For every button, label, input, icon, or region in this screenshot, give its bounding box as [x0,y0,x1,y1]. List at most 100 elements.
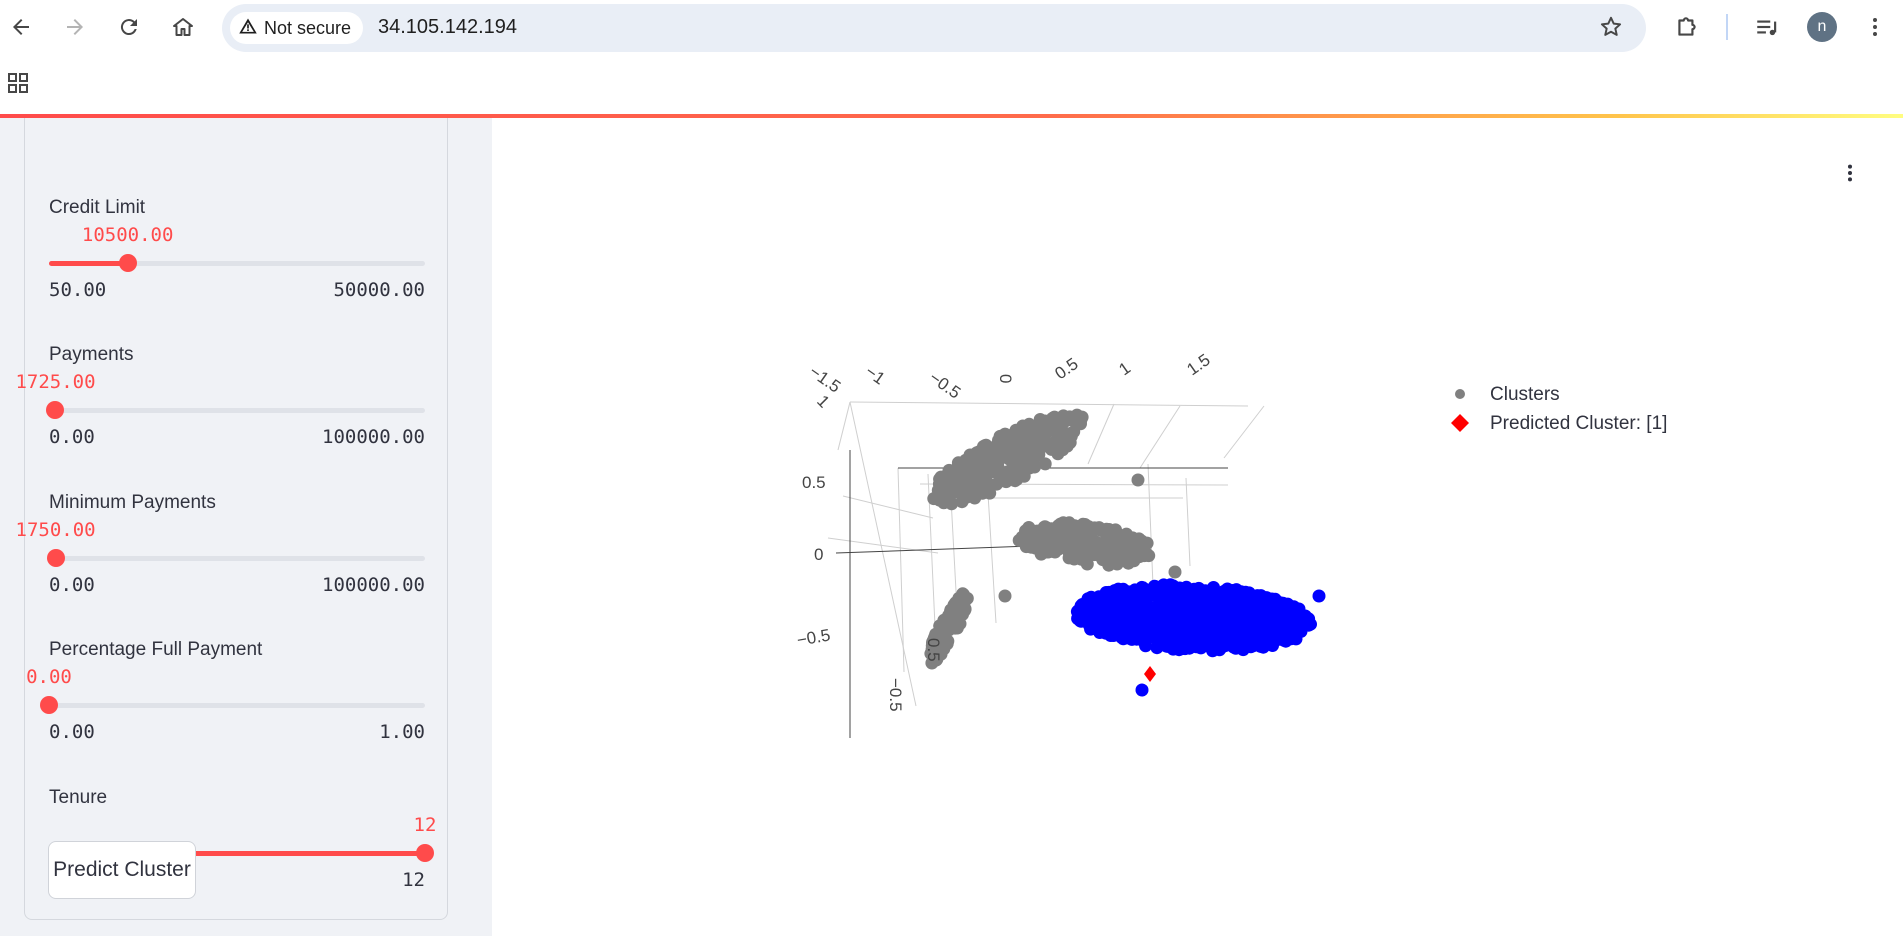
slider-value: 0.00 [26,666,72,688]
cluster-point [1121,533,1135,546]
url-text[interactable]: 34.105.142.194 [378,16,517,39]
slider-track[interactable] [46,401,425,419]
highlight-cluster-point [1266,639,1279,652]
slider-track[interactable] [40,696,425,714]
slider-label: Minimum Payments [49,492,216,513]
x-tick-label: 1 [1115,358,1134,379]
slider-thumb[interactable] [118,254,137,272]
cluster-point [952,598,966,612]
extensions-icon[interactable] [1672,12,1702,42]
highlight-cluster-point [1194,592,1208,605]
slider-label: Credit Limit [49,197,146,218]
highlight-cluster-point [1193,611,1207,624]
cluster-point [953,480,967,494]
slider-value: 12 [413,814,437,836]
cluster-point [1079,542,1093,555]
cluster-point [1098,545,1112,559]
highlight-cluster-point [1134,625,1148,639]
highlight-cluster-point [1294,624,1308,638]
outlier-point [1168,565,1182,579]
browser-toolbar: Not secure 34.105.142.194 n [0,0,1903,54]
x-tick-label: 0.5 [1051,354,1081,383]
highlight-cluster-point [1274,614,1288,628]
cluster-point [1050,418,1064,432]
slider-thumb[interactable] [40,696,58,714]
x-tick-label: −0.5 [926,368,964,403]
cluster-point [1068,534,1082,548]
cluster-point [1138,549,1151,563]
cluster-point [993,429,1007,443]
slider-track[interactable] [46,549,425,567]
highlight-cluster-point [1111,583,1125,597]
cluster-point [993,469,1007,483]
y-tick-label: −0.5 [886,678,905,712]
highlight-cluster-point [1177,616,1191,630]
x-tick-label: 0 [996,374,1015,383]
chart-menu-icon[interactable] [1835,158,1865,188]
cluster-point [979,469,993,483]
bookmark-star-icon[interactable] [1598,14,1624,45]
bookmarks-bar [0,56,1903,114]
slider-value: 10500.00 [81,224,174,246]
legend-label[interactable]: Predicted Cluster: [1] [1490,413,1667,434]
cluster-point [1121,550,1135,564]
chart-legend: Clusters Predicted Cluster: [1] [1451,384,1667,434]
security-chip[interactable]: Not secure [230,12,364,44]
browser-menu-icon[interactable] [1860,12,1890,42]
highlight-cluster-point [1121,598,1135,612]
data-points [924,408,1326,697]
z-tick-label: −0.5 [795,625,831,650]
highlight-cluster-point [1139,639,1153,653]
slider-thumb[interactable] [46,401,65,419]
cluster-point [1064,428,1078,442]
outlier-point [1131,473,1145,487]
app-header-decoration [0,114,1903,118]
back-icon[interactable] [6,12,36,42]
highlight-cluster-point [1253,593,1267,606]
cluster-point [1086,523,1100,537]
cluster-point [940,475,953,489]
slider-value: 1750.00 [15,519,96,541]
profile-avatar[interactable]: n [1807,12,1837,42]
slider-max: 12 [402,869,425,891]
cluster-point [1011,452,1025,466]
forward-icon[interactable] [60,12,90,42]
z-tick-label: 0.5 [802,473,826,492]
cluster-point [1101,530,1115,544]
cluster-point [1037,437,1050,450]
z-tick-label: 1 [813,391,833,411]
address-bar[interactable]: Not secure 34.105.142.194 [222,4,1646,52]
home-icon[interactable] [168,12,198,42]
z-tick-label: 0 [814,545,823,564]
highlight-cluster-point [1215,613,1229,627]
predicted-point [1144,666,1156,682]
slider-track[interactable] [49,254,425,272]
apps-grid-icon[interactable] [6,71,30,100]
slider-thumb[interactable] [46,549,65,567]
highlight-cluster-point [1153,594,1166,607]
predict-cluster-button[interactable]: Predict Cluster [48,841,196,899]
reload-icon[interactable] [114,12,144,42]
cluster-point [1019,540,1033,554]
y-tick-label: 0.5 [924,638,943,662]
highlight-cluster-point [1200,632,1214,646]
slider-max: 1.00 [379,721,425,743]
highlight-cluster-point [1074,614,1088,628]
cluster-point [950,466,964,480]
security-label: Not secure [264,17,352,38]
input-form: Credit Limit 10500.00 50.00 50000.00 Pay… [15,118,448,920]
outlier-point [998,589,1012,603]
cluster-point [1037,418,1051,432]
scatter-3d-chart[interactable]: −1.5 −1 −0.5 0 0.5 1 1.5 1 0.5 0 −0.5 0.5 −0.5 Clust… [788,348,1708,768]
highlight-cluster-point [1241,621,1255,635]
cluster-point [970,446,984,460]
highlight-cluster-point [1225,637,1239,651]
highlight-cluster-point [1115,630,1129,644]
cluster-point [968,480,982,494]
cluster-point [1048,545,1062,559]
legend-label[interactable]: Clusters [1490,384,1560,405]
slider-label: Payments [49,344,134,365]
media-queue-icon[interactable] [1752,12,1782,42]
slider-thumb[interactable] [416,844,434,862]
highlight-cluster-point [1288,601,1302,615]
